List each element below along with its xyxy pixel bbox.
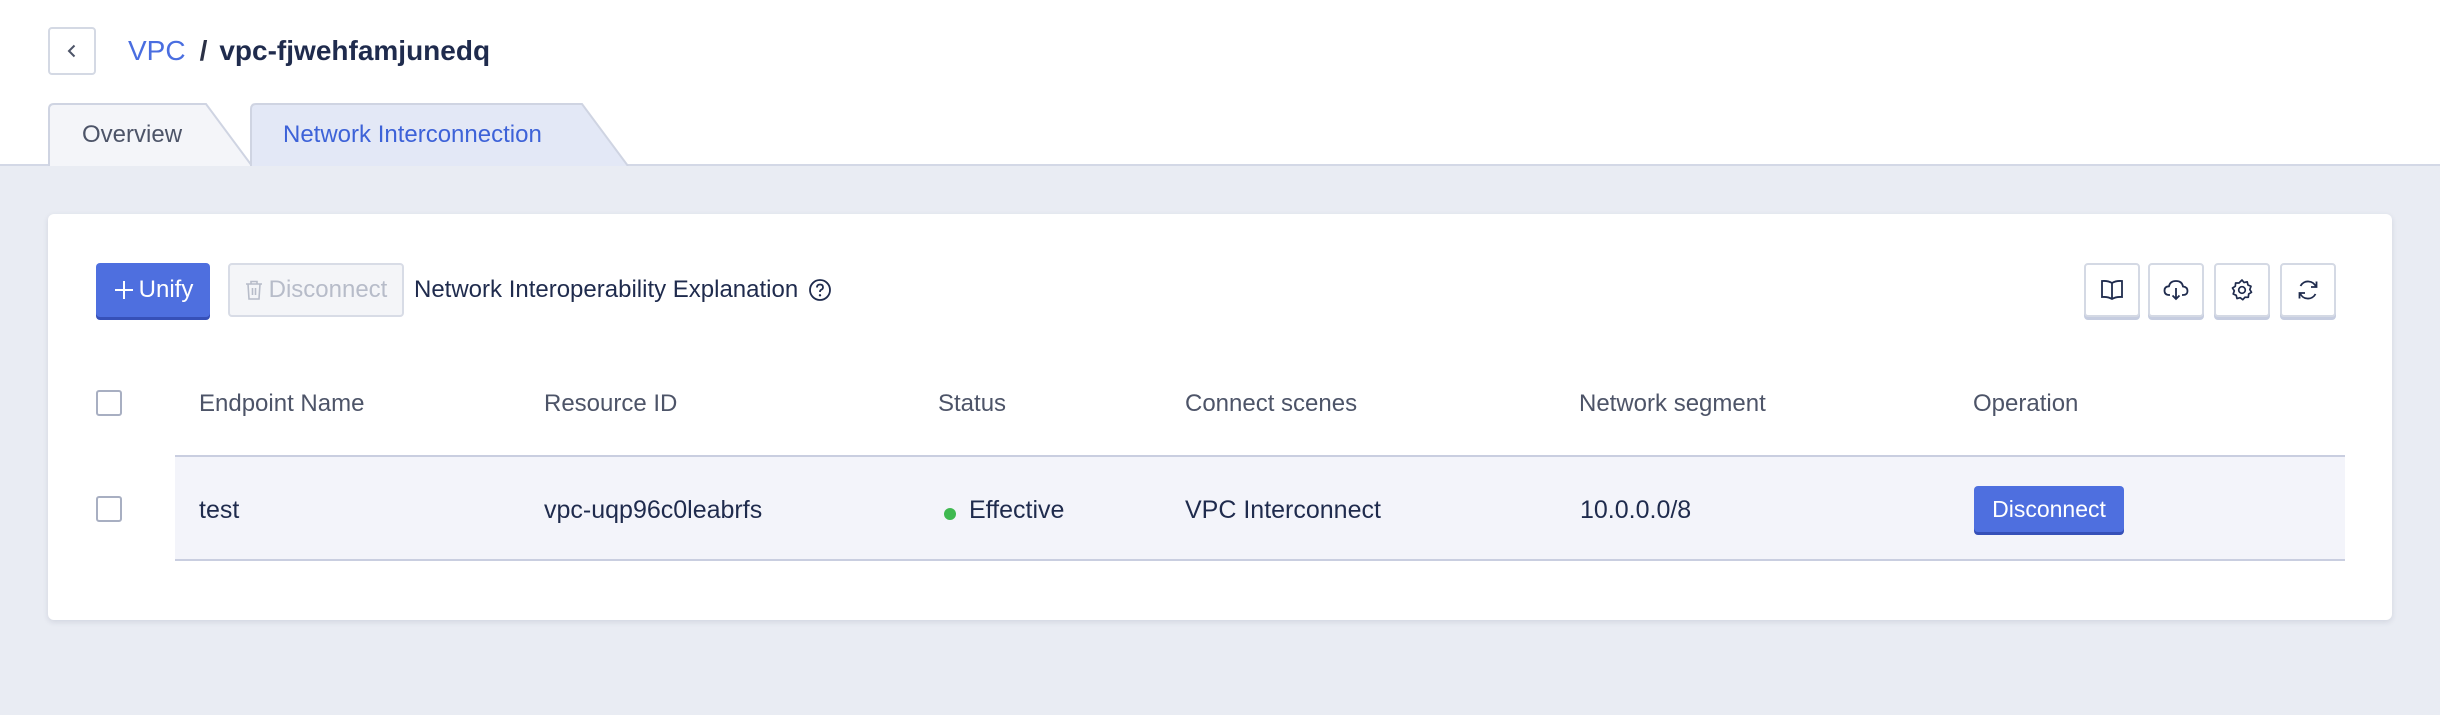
column-header-endpoint-name: Endpoint Name	[199, 390, 365, 417]
docs-button[interactable]	[2084, 263, 2140, 317]
cloud-download-icon	[2163, 280, 2189, 301]
column-header-connect-scenes: Connect scenes	[1185, 390, 1358, 417]
breadcrumb-parent-link[interactable]: VPC	[128, 35, 186, 67]
tab-network-interconnection[interactable]: Network Interconnection	[250, 103, 630, 166]
chevron-left-icon	[67, 44, 76, 58]
cell-resource-id: vpc-uqp96c0leabrfs	[544, 496, 763, 524]
cell-connect-scene: VPC Interconnect	[1185, 496, 1381, 524]
column-header-status: Status	[938, 390, 1007, 417]
column-header-operation: Operation	[1973, 390, 2079, 417]
tab-network-interconnection-label: Network Interconnection	[283, 120, 542, 148]
book-icon	[2101, 280, 2123, 301]
trash-icon	[245, 280, 262, 300]
settings-icon	[2231, 279, 2253, 301]
cell-status: Effective	[969, 496, 1065, 524]
page-title: vpc-fjwehfamjunedq	[219, 35, 491, 66]
column-header-network-segment: Network segment	[1579, 390, 1766, 417]
refresh-button[interactable]	[2280, 263, 2336, 317]
settings-button[interactable]	[2214, 263, 2270, 317]
plus-icon	[114, 281, 133, 299]
explanation-label: Network Interoperability Explanation	[414, 276, 799, 303]
bulk-disconnect-button[interactable]: Disconnect	[228, 263, 404, 317]
unify-button-label: Unify	[138, 276, 194, 303]
row-checkbox[interactable]	[96, 496, 122, 522]
bulk-disconnect-label: Disconnect	[268, 276, 388, 303]
back-button[interactable]	[48, 27, 96, 75]
breadcrumb-separator: /	[199, 35, 208, 66]
interconnection-panel: Unify Disconnect Network Interoperabilit…	[48, 214, 2392, 620]
help-icon[interactable]	[808, 278, 832, 302]
page-header: VPC / vpc-fjwehfamjunedq Overview Networ…	[0, 0, 2440, 166]
unify-button[interactable]: Unify	[96, 263, 210, 317]
cell-endpoint-name: test	[199, 496, 240, 524]
interoperability-explanation[interactable]: Network Interoperability Explanation	[414, 272, 832, 308]
refresh-icon	[2298, 280, 2318, 300]
cell-network-segment: 10.0.0.0/8	[1580, 496, 1692, 524]
tab-overview[interactable]: Overview	[48, 103, 253, 166]
breadcrumb: VPC / vpc-fjwehfamjunedq	[128, 30, 490, 72]
tab-overview-label: Overview	[82, 120, 183, 148]
status-indicator-dot	[944, 508, 956, 520]
column-header-resource-id: Resource ID	[544, 390, 678, 417]
select-all-checkbox[interactable]	[96, 390, 122, 416]
row-disconnect-button[interactable]: Disconnect	[1974, 486, 2124, 532]
download-button[interactable]	[2148, 263, 2204, 317]
